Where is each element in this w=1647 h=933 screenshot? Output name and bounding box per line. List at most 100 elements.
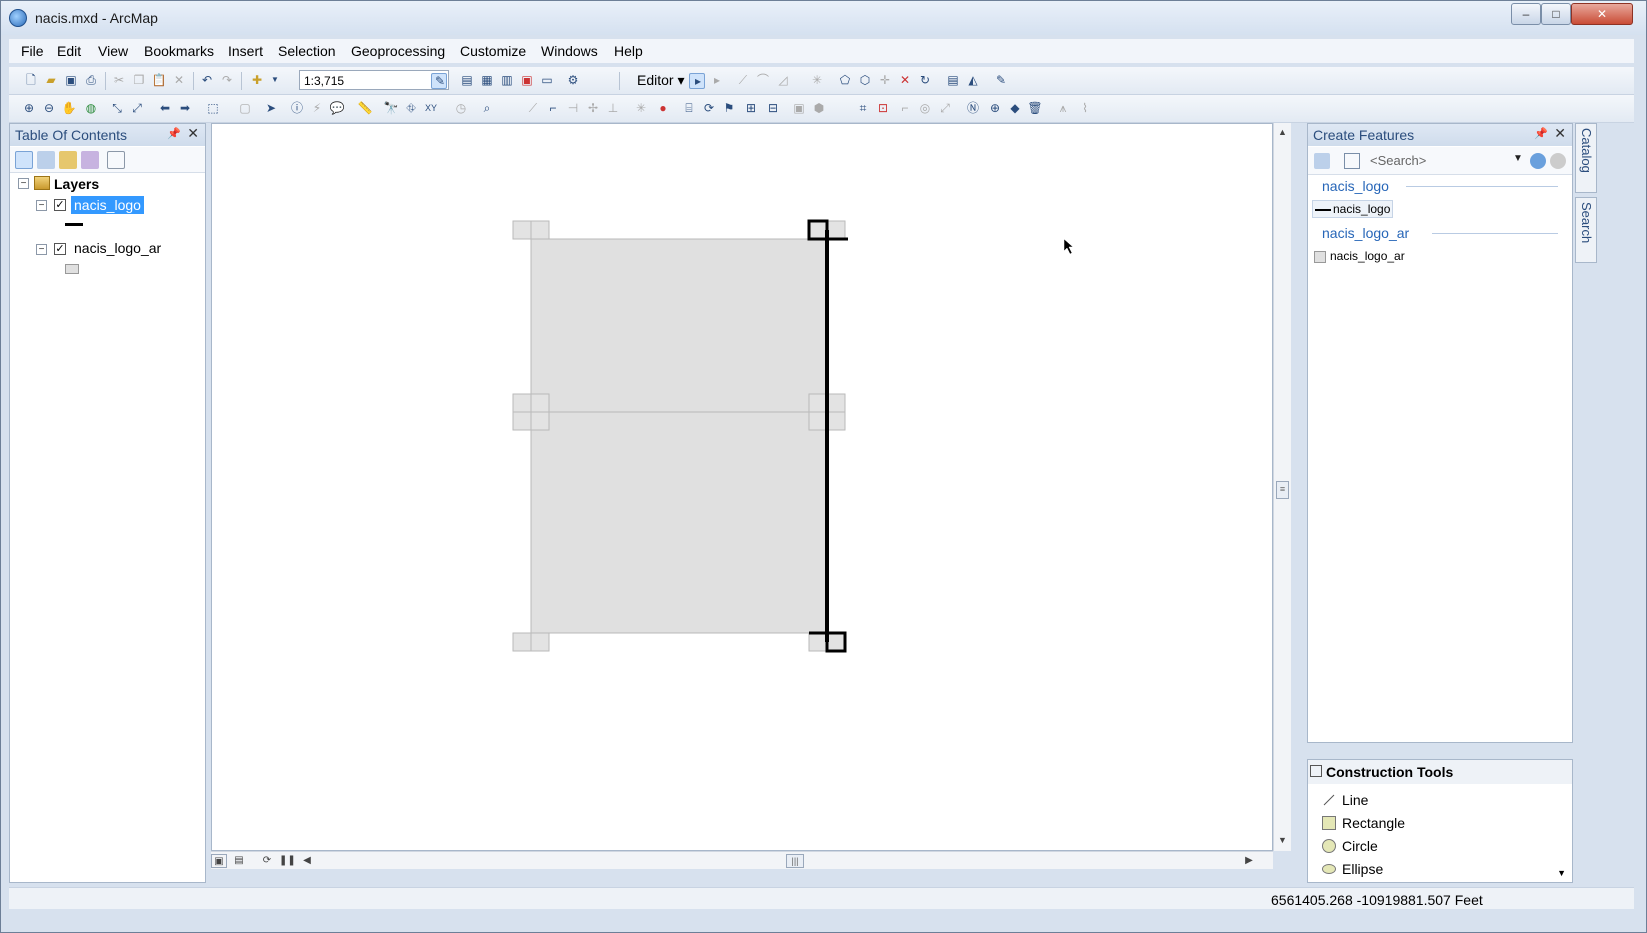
refresh-icon[interactable]: ⟳	[259, 854, 275, 868]
line-symbol-icon[interactable]	[65, 223, 83, 226]
html-popup-icon[interactable]: 💬	[329, 101, 345, 117]
editor-menu-button[interactable]: Editor ▾	[637, 72, 685, 89]
clear-selection-icon[interactable]: ▢	[237, 101, 253, 117]
maximize-button[interactable]: □	[1541, 3, 1571, 25]
spatial-adjust-icon[interactable]: ⌐	[897, 101, 913, 117]
end-point-arc-icon[interactable]: ⌒	[755, 73, 771, 89]
select-elements-icon[interactable]: ➤	[263, 101, 279, 117]
rotate-icon[interactable]: ↻	[917, 73, 933, 89]
construction-tool-rectangle[interactable]: Rectangle	[1322, 815, 1405, 831]
layer-visibility-checkbox[interactable]: ✓	[54, 243, 66, 255]
copy-icon[interactable]: ❐	[131, 73, 147, 89]
list-by-source-icon[interactable]	[37, 151, 55, 169]
table-icon[interactable]: ▤	[459, 73, 475, 89]
fixed-zoom-out-icon[interactable]: ⤢	[129, 101, 145, 117]
collapse-icon[interactable]: −	[18, 178, 29, 189]
menu-bookmarks[interactable]: Bookmarks	[144, 43, 214, 59]
layer-name[interactable]: nacis_logo	[71, 196, 144, 214]
menu-windows[interactable]: Windows	[541, 43, 598, 59]
pin-icon[interactable]: 📌	[1534, 127, 1548, 140]
zoom-out-icon[interactable]: ⊖	[41, 101, 57, 117]
straight-segment-icon[interactable]: ⟋	[735, 73, 751, 89]
print-icon[interactable]: ⎙	[83, 73, 99, 89]
menu-view[interactable]: View	[98, 43, 128, 59]
fixed-zoom-in-icon[interactable]: ⤡	[109, 101, 125, 117]
sketch-properties-icon[interactable]: ◭	[965, 73, 981, 89]
map-horizontal-scrollbar[interactable]: ▣ ▤ ⟳ ❚❚ ◀ ||| ▶	[211, 851, 1273, 869]
filter-icon[interactable]	[1314, 153, 1330, 169]
smooth-icon[interactable]: ⌇	[1077, 101, 1093, 117]
menu-selection[interactable]: Selection	[278, 43, 336, 59]
trace-icon[interactable]: ◿	[775, 73, 791, 89]
add-data-icon[interactable]: ✚	[249, 73, 265, 89]
options-icon[interactable]	[107, 151, 125, 169]
minimize-button[interactable]: –	[1511, 3, 1541, 25]
full-extent-icon[interactable]: ◍	[83, 101, 99, 117]
feature-template-nacis-logo-ar[interactable]: nacis_logo_ar	[1312, 248, 1407, 264]
edit-tool-2-icon[interactable]: ⟋	[525, 101, 541, 117]
scroll-up-icon[interactable]: ▲	[1278, 127, 1287, 137]
open-folder-icon[interactable]: ▰	[43, 73, 59, 89]
map-view[interactable]	[211, 123, 1273, 851]
close-icon[interactable]: ✕	[1554, 125, 1566, 142]
menu-insert[interactable]: Insert	[228, 43, 263, 59]
save-icon[interactable]: ▣	[63, 73, 79, 89]
new-document-icon[interactable]: 🗋	[23, 73, 39, 89]
menu-edit[interactable]: Edit	[57, 43, 81, 59]
topology-icon[interactable]: ⌸	[681, 101, 697, 117]
undo-icon[interactable]: ↶	[199, 73, 215, 89]
error-inspector-icon[interactable]: ⚑	[721, 101, 737, 117]
union-icon[interactable]: ⬢	[811, 101, 827, 117]
pan-icon[interactable]: ✋	[61, 101, 77, 117]
select-features-icon[interactable]: ⬚	[205, 101, 221, 117]
cut-icon[interactable]: ✂	[111, 73, 127, 89]
list-by-drawing-order-icon[interactable]	[15, 151, 33, 169]
layer-name[interactable]: nacis_logo_ar	[74, 240, 161, 256]
rubbersheet-icon[interactable]: ◎	[917, 101, 933, 117]
identify-icon[interactable]: ⓘ	[289, 101, 305, 117]
attributes-icon[interactable]: ▤	[945, 73, 961, 89]
menu-geoprocessing[interactable]: Geoprocessing	[351, 43, 445, 59]
snapping-icon[interactable]: ✳	[633, 101, 649, 117]
trash-icon[interactable]: 🗑	[1027, 101, 1043, 117]
layers-root[interactable]: − Layers	[18, 174, 198, 194]
georeference-icon[interactable]: ⌗	[855, 101, 871, 117]
edit-tool-icon[interactable]: ▸	[689, 73, 705, 89]
layer-row-nacis-logo[interactable]: − ✓ nacis_logo	[18, 196, 198, 216]
template-search-input[interactable]: <Search>	[1370, 153, 1426, 168]
construction-tool-circle[interactable]: Circle	[1322, 838, 1378, 854]
python-window-icon[interactable]: ▭	[539, 73, 555, 89]
scroll-left-icon[interactable]: ◀	[299, 854, 315, 868]
layer-visibility-checkbox[interactable]: ✓	[54, 199, 66, 211]
delete-icon[interactable]: ✕	[171, 73, 187, 89]
search-icon[interactable]	[1530, 153, 1546, 169]
map-scale-combobox[interactable]: 1:3,715 ▼	[299, 70, 449, 90]
generalize-icon[interactable]: ⩚	[1055, 101, 1071, 117]
create-features-icon[interactable]: ✎	[993, 73, 1009, 89]
map-canvas[interactable]	[212, 124, 1272, 850]
redo-icon[interactable]: ↷	[219, 73, 235, 89]
pin-icon[interactable]: 📌	[167, 127, 181, 140]
tab-search[interactable]: Search	[1575, 197, 1597, 263]
time-slider-icon[interactable]: ◷	[453, 101, 469, 117]
editor-toolbar-icon[interactable]: ✎	[431, 73, 447, 89]
measure-icon[interactable]: 📏	[357, 101, 373, 117]
back-arrow-icon[interactable]: ⬅	[157, 101, 173, 117]
paste-icon[interactable]: 📋	[151, 73, 167, 89]
grid-icon[interactable]: ⊞	[743, 101, 759, 117]
find-route-icon[interactable]: ⛗	[403, 101, 419, 117]
create-viewer-icon[interactable]: ⌕	[479, 101, 495, 117]
menu-file[interactable]: File	[21, 43, 44, 59]
collapse-icon[interactable]: −	[36, 244, 47, 255]
arctoolbox-icon[interactable]: ▣	[519, 73, 535, 89]
north-arrow-icon[interactable]: Ⓝ	[965, 101, 981, 117]
search-window-icon[interactable]: ▥	[499, 73, 515, 89]
chevron-down-icon[interactable]: ▼	[1513, 153, 1523, 164]
pause-drawing-icon[interactable]: ❚❚	[279, 854, 296, 868]
line-icon[interactable]: ⊣	[565, 101, 581, 117]
add-vertex-icon[interactable]: ⊕	[987, 101, 1003, 117]
map-vertical-scrollbar[interactable]: ▲ ≡ ▼	[1273, 123, 1291, 851]
list-by-visibility-icon[interactable]	[59, 151, 77, 169]
scroll-right-icon[interactable]: ▶	[1241, 854, 1257, 868]
edit-annotation-icon[interactable]: ▸	[709, 73, 725, 89]
